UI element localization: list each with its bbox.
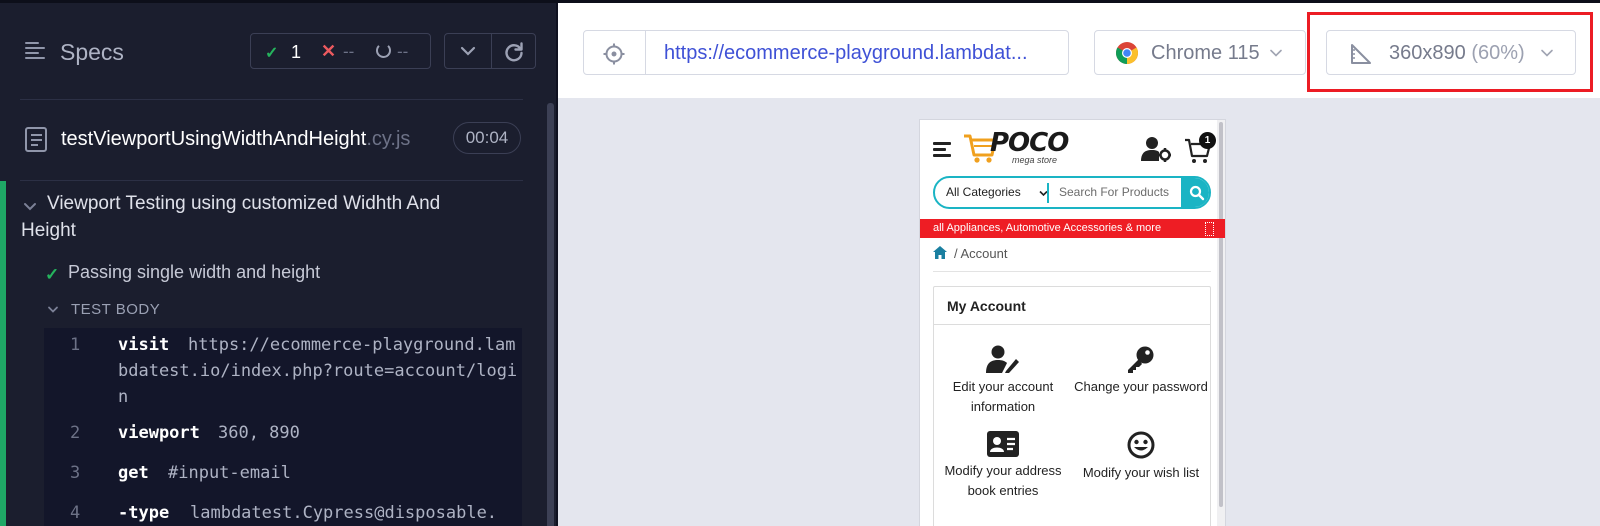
user-edit-icon	[986, 345, 1019, 373]
tile-label: Edit your account information	[952, 379, 1054, 414]
command-number: 2	[70, 423, 81, 443]
passed-count: 1	[291, 42, 302, 62]
passed-check-icon: ✓	[265, 45, 279, 62]
key-icon	[1128, 346, 1154, 373]
tile-label: Change your password	[1074, 379, 1208, 394]
address-card-icon	[987, 431, 1019, 457]
test-passed-icon: ✓	[45, 265, 60, 284]
test-body-collapse-icon[interactable]	[47, 304, 59, 316]
url-bar[interactable]: https://ecommerce-playground.lambdat...	[583, 30, 1069, 75]
command-arg: https://ecommerce-playground.lambdatest.…	[118, 335, 518, 407]
browser-name: Chrome 115	[1151, 42, 1260, 64]
search-divider	[1047, 183, 1049, 203]
search-bar: All Categories Search For Products	[933, 176, 1211, 209]
breadcrumb: / Account	[933, 244, 1211, 272]
edit-account-link[interactable]: Edit your account information	[934, 345, 1072, 417]
suite-title[interactable]: Viewport Testing using customized Widhth…	[21, 190, 491, 244]
pending-spinner-icon	[376, 43, 391, 58]
failed-x-icon: ✕	[321, 41, 337, 61]
specs-list-icon[interactable]	[25, 41, 49, 61]
command-name: get	[118, 463, 149, 483]
specs-title[interactable]: Specs	[60, 39, 124, 66]
command-arg: #input-email	[168, 463, 291, 483]
cypress-runner: Specs ✓ 1 ✕ -- -- testViewportUsingWidth…	[0, 0, 1600, 526]
command-number: 3	[70, 463, 81, 483]
spec-file-name: testViewportUsingWidthAndHeight.cy.js	[61, 128, 411, 150]
aut-scrollbar[interactable]	[1217, 120, 1225, 526]
rerun-icon[interactable]	[502, 40, 526, 64]
site-logo-tagline: mega store	[1012, 155, 1058, 165]
specs-panel: Specs ✓ 1 ✕ -- -- testViewportUsingWidth…	[0, 3, 558, 526]
command-name: viewport	[118, 423, 200, 443]
tile-label: Modify your address book entries	[944, 463, 1062, 498]
site-logo[interactable]: POCO	[990, 128, 1069, 158]
home-icon[interactable]	[933, 246, 947, 259]
chrome-logo-icon	[1116, 42, 1138, 64]
command-row[interactable]: 3 #input-email get	[44, 460, 522, 486]
command-log: 1 https://ecommerce-playground.lambdates…	[44, 328, 522, 526]
promo-close-icon[interactable]	[1205, 222, 1214, 236]
search-input[interactable]: Search For Products	[1059, 185, 1169, 199]
spec-duration: 00:04	[453, 122, 521, 154]
test-body-label[interactable]: TEST BODY	[71, 301, 160, 318]
browser-selector[interactable]: Chrome 115	[1094, 30, 1306, 75]
promo-banner[interactable]: all Appliances, Automotive Accessories &…	[920, 219, 1225, 238]
command-number: 4	[70, 503, 81, 523]
command-arg: lambdatest.Cypress@disposable.	[190, 503, 498, 523]
command-number: 1	[70, 335, 81, 355]
address-book-link[interactable]: Modify your address book entries	[934, 431, 1072, 501]
aut-iframe: POCO mega store 1 All Categories Search …	[920, 120, 1225, 526]
chevron-down-icon	[1270, 49, 1282, 57]
card-header: My Account	[934, 287, 1210, 325]
specs-header: Specs ✓ 1 ✕ -- --	[0, 3, 536, 99]
wish-list-link[interactable]: Modify your wish list	[1072, 431, 1210, 483]
breadcrumb-current: / Account	[954, 246, 1008, 261]
specs-scrollbar[interactable]	[547, 103, 554, 526]
category-select[interactable]: All Categories	[946, 185, 1021, 199]
card-title: My Account	[947, 298, 1026, 314]
command-name: -type	[118, 503, 170, 523]
account-settings-icon[interactable]	[1141, 136, 1171, 162]
annotation-highlight-box	[1307, 12, 1593, 92]
cart-count-badge: 1	[1199, 132, 1216, 149]
collapse-chevron-icon[interactable]	[457, 40, 479, 62]
command-row[interactable]: 2 360, 890 viewport	[44, 420, 522, 446]
smile-icon	[1127, 431, 1155, 459]
divider	[20, 180, 523, 181]
command-name: visit	[118, 335, 170, 355]
aut-panel: https://ecommerce-playground.lambdat... …	[558, 3, 1600, 526]
command-row[interactable]: 4 lambdatest.Cypress@disposable. -type	[44, 500, 522, 526]
promo-text: all Appliances, Automotive Accessories &…	[933, 222, 1162, 234]
command-row[interactable]: 1 https://ecommerce-playground.lambdates…	[44, 332, 522, 410]
runner-controls	[444, 33, 536, 69]
menu-icon[interactable]	[933, 142, 951, 158]
file-icon	[25, 127, 47, 152]
spec-file-row[interactable]: testViewportUsingWidthAndHeight.cy.js 00…	[0, 100, 540, 180]
aut-toolbar: https://ecommerce-playground.lambdat... …	[558, 3, 1600, 98]
spec-file-ext: .cy.js	[366, 128, 411, 150]
selector-playground-icon[interactable]	[602, 42, 626, 66]
suite-status-bar	[0, 181, 6, 526]
test-title[interactable]: Passing single width and height	[68, 262, 320, 283]
aut-url[interactable]: https://ecommerce-playground.lambdat...	[664, 42, 1028, 65]
change-password-link[interactable]: Change your password	[1072, 345, 1210, 397]
failed-count: --	[343, 42, 355, 61]
search-icon	[1189, 185, 1205, 201]
tile-label: Modify your wish list	[1082, 465, 1200, 480]
search-button[interactable]	[1181, 178, 1209, 207]
my-account-card: My Account Edit your account information	[933, 286, 1211, 526]
test-stats: ✓ 1 ✕ -- --	[250, 33, 431, 69]
pending-count: --	[397, 42, 409, 61]
